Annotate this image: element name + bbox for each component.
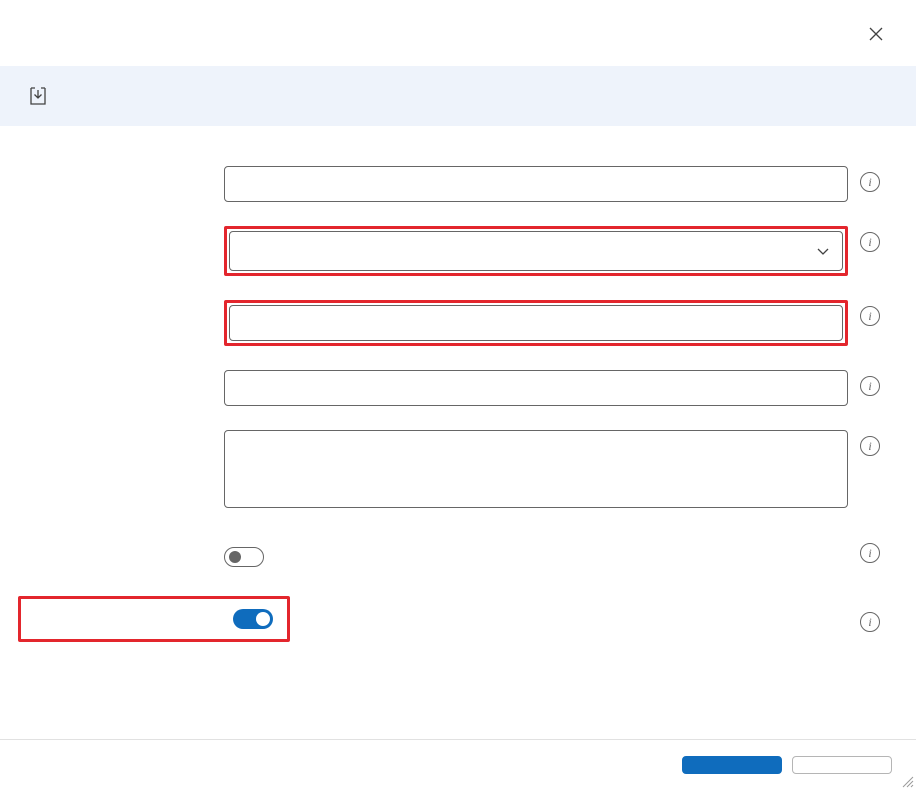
info-icon[interactable]: i: [860, 232, 880, 252]
info-icon[interactable]: i: [860, 172, 880, 192]
variable-name-input[interactable]: [224, 166, 848, 202]
label-variable-name: [24, 166, 224, 176]
description-textarea[interactable]: [224, 430, 848, 508]
dialog-header: [0, 0, 916, 66]
default-value-highlight: [224, 300, 848, 346]
label-data-type: [24, 226, 224, 236]
data-type-select[interactable]: [229, 231, 843, 271]
new-input-variable-dialog: i i i: [0, 0, 916, 790]
info-icon[interactable]: i: [860, 436, 880, 456]
row-data-type: i: [24, 226, 892, 276]
mark-sensitive-toggle[interactable]: [224, 547, 264, 567]
mark-optional-toggle[interactable]: [233, 609, 273, 629]
row-mark-sensitive: i: [24, 537, 892, 572]
row-default-value: i: [24, 300, 892, 346]
chevron-down-icon: [816, 244, 830, 258]
close-icon: [869, 27, 883, 41]
cancel-button[interactable]: [792, 756, 892, 774]
row-external-name: i: [24, 370, 892, 406]
row-variable-name: i: [24, 166, 892, 202]
label-description: [24, 430, 224, 440]
external-name-input[interactable]: [224, 370, 848, 406]
info-icon[interactable]: i: [860, 612, 880, 632]
resize-grip-icon[interactable]: [902, 776, 914, 788]
info-icon[interactable]: i: [860, 306, 880, 326]
label-mark-sensitive: [24, 537, 224, 547]
row-mark-optional: i: [24, 596, 892, 642]
info-icon[interactable]: i: [860, 376, 880, 396]
close-button[interactable]: [860, 18, 892, 50]
default-value-input[interactable]: [229, 305, 843, 341]
info-banner: [0, 66, 916, 126]
save-button[interactable]: [682, 756, 782, 774]
label-external-name: [24, 370, 224, 380]
dialog-footer: [0, 739, 916, 790]
info-icon[interactable]: i: [860, 543, 880, 563]
mark-optional-highlight: [18, 596, 290, 642]
label-default-value: [24, 300, 224, 310]
form-body: i i i: [0, 126, 916, 642]
row-description: i: [24, 430, 892, 513]
import-icon: [28, 86, 48, 106]
data-type-highlight: [224, 226, 848, 276]
